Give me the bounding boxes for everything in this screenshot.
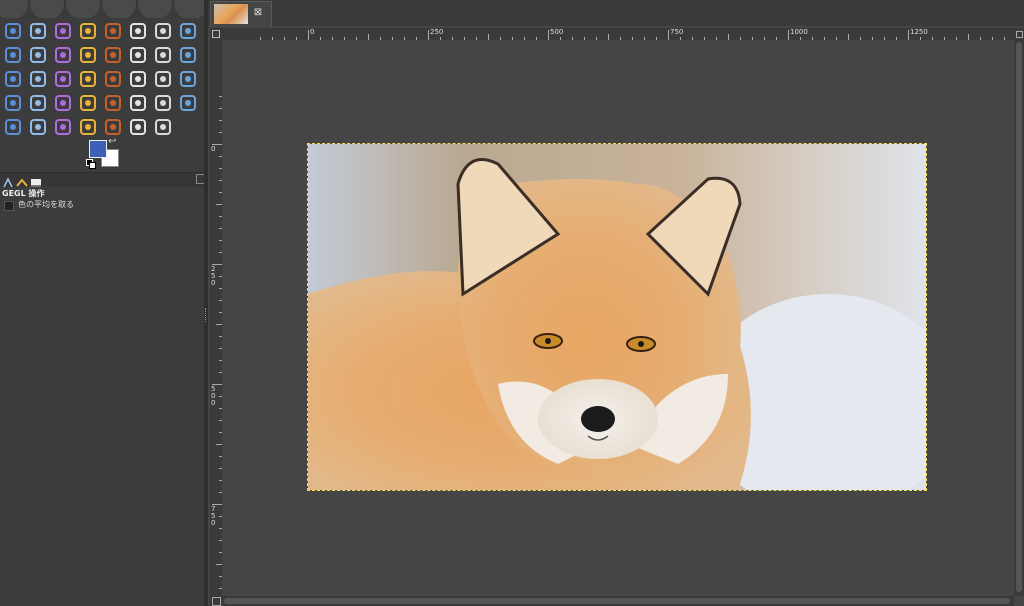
- free-select-icon[interactable]: [102, 20, 124, 42]
- move-tool-icon[interactable]: [2, 20, 24, 42]
- ruler-label: 750: [211, 505, 216, 527]
- mypaint-brush-icon[interactable]: [52, 92, 74, 114]
- ink-tool-icon[interactable]: [27, 92, 49, 114]
- airbrush-icon[interactable]: [2, 92, 24, 114]
- checkbox[interactable]: [4, 201, 14, 211]
- image-tab-bar: ⊠: [208, 0, 1024, 26]
- flip-tool-icon[interactable]: [152, 44, 174, 66]
- quick-mask-toggle[interactable]: [210, 596, 222, 606]
- text-tool-icon[interactable]: [77, 116, 99, 138]
- ruler-label: 500: [550, 28, 564, 36]
- panel-resize-handle[interactable]: [204, 0, 208, 606]
- scale-tool-icon[interactable]: [102, 44, 124, 66]
- by-color-select-icon[interactable]: [2, 44, 24, 66]
- paths-tool-icon[interactable]: [52, 116, 74, 138]
- dock-tab-bar: [0, 172, 206, 188]
- clone-tool-icon[interactable]: [102, 92, 124, 114]
- rotate-tool-icon[interactable]: [77, 44, 99, 66]
- tool-options-icon[interactable]: [2, 174, 14, 188]
- ruler-label: 0: [211, 145, 216, 153]
- handle-transform-icon[interactable]: [2, 68, 24, 90]
- close-icon[interactable]: ⊠: [253, 8, 263, 18]
- align-tool-icon[interactable]: [27, 20, 49, 42]
- fox-photo[interactable]: [307, 143, 927, 491]
- image-thumbnail: [214, 4, 248, 24]
- blur-sharpen-icon[interactable]: [2, 116, 24, 138]
- ruler-tick: [668, 30, 669, 40]
- ruler-label: 1000: [790, 28, 808, 36]
- perspective-clone-icon[interactable]: [152, 92, 174, 114]
- zoom-tool-icon[interactable]: [152, 116, 174, 138]
- dock-title: GEGL 操作: [2, 189, 45, 198]
- device-status-icon[interactable]: [16, 174, 28, 187]
- unified-transform-icon[interactable]: [52, 44, 74, 66]
- option-average-color[interactable]: 色の平均を取る: [2, 199, 202, 211]
- swap-colors-icon[interactable]: ↩: [108, 137, 116, 147]
- ruler-label: 250: [211, 265, 216, 287]
- ruler-tick: [308, 30, 309, 40]
- color-area[interactable]: ↩: [86, 137, 122, 171]
- ruler-tick: [548, 30, 549, 40]
- eraser-icon[interactable]: [77, 92, 99, 114]
- ruler-label: 500: [211, 385, 216, 407]
- foreground-color-swatch[interactable]: [89, 140, 107, 158]
- shear-tool-icon[interactable]: [127, 44, 149, 66]
- scissors-select-icon[interactable]: [127, 20, 149, 42]
- image-menu-button[interactable]: [210, 28, 222, 40]
- wilber-logo: [0, 0, 206, 18]
- ruler-tick: [908, 30, 909, 40]
- reset-colors-icon[interactable]: [86, 159, 96, 169]
- ruler-label: 250: [430, 28, 444, 36]
- paintbrush-icon[interactable]: [152, 68, 174, 90]
- ruler-label: 1250: [910, 28, 928, 36]
- horizontal-scrollbar[interactable]: [222, 596, 1014, 606]
- heal-tool-icon[interactable]: [127, 92, 149, 114]
- ellipse-select-icon[interactable]: [77, 20, 99, 42]
- ruler-tick: [428, 30, 429, 40]
- dodge-burn-icon[interactable]: [27, 116, 49, 138]
- bucket-fill-icon[interactable]: [127, 68, 149, 90]
- cage-transform-icon[interactable]: [27, 68, 49, 90]
- zoom-follow-icon[interactable]: [1014, 28, 1024, 40]
- ruler-label: 750: [670, 28, 684, 36]
- 3d-transform-icon[interactable]: [77, 68, 99, 90]
- option-label: 色の平均を取る: [18, 200, 74, 209]
- gradient-tool-icon[interactable]: [102, 68, 124, 90]
- ruler-label: 0: [310, 28, 315, 36]
- warp-transform-icon[interactable]: [52, 68, 74, 90]
- fuzzy-select-icon[interactable]: [177, 20, 199, 42]
- rect-select-icon[interactable]: [52, 20, 74, 42]
- foreground-select-icon[interactable]: [152, 20, 174, 42]
- pencil-icon[interactable]: [177, 68, 199, 90]
- image-canvas[interactable]: [222, 40, 1014, 596]
- color-picker-icon[interactable]: [102, 116, 124, 138]
- perspective-tool-icon[interactable]: [177, 44, 199, 66]
- undo-history-icon[interactable]: [30, 174, 42, 187]
- vertical-scrollbar[interactable]: [1014, 40, 1024, 596]
- smudge-tool-icon[interactable]: [177, 92, 199, 114]
- image-tab[interactable]: ⊠: [210, 1, 272, 26]
- crop-tool-icon[interactable]: [27, 44, 49, 66]
- measure-tool-icon[interactable]: [127, 116, 149, 138]
- ruler-tick: [788, 30, 789, 40]
- toolbox-panel: ↩ GEGL 操作 色の平均を取る: [0, 0, 206, 606]
